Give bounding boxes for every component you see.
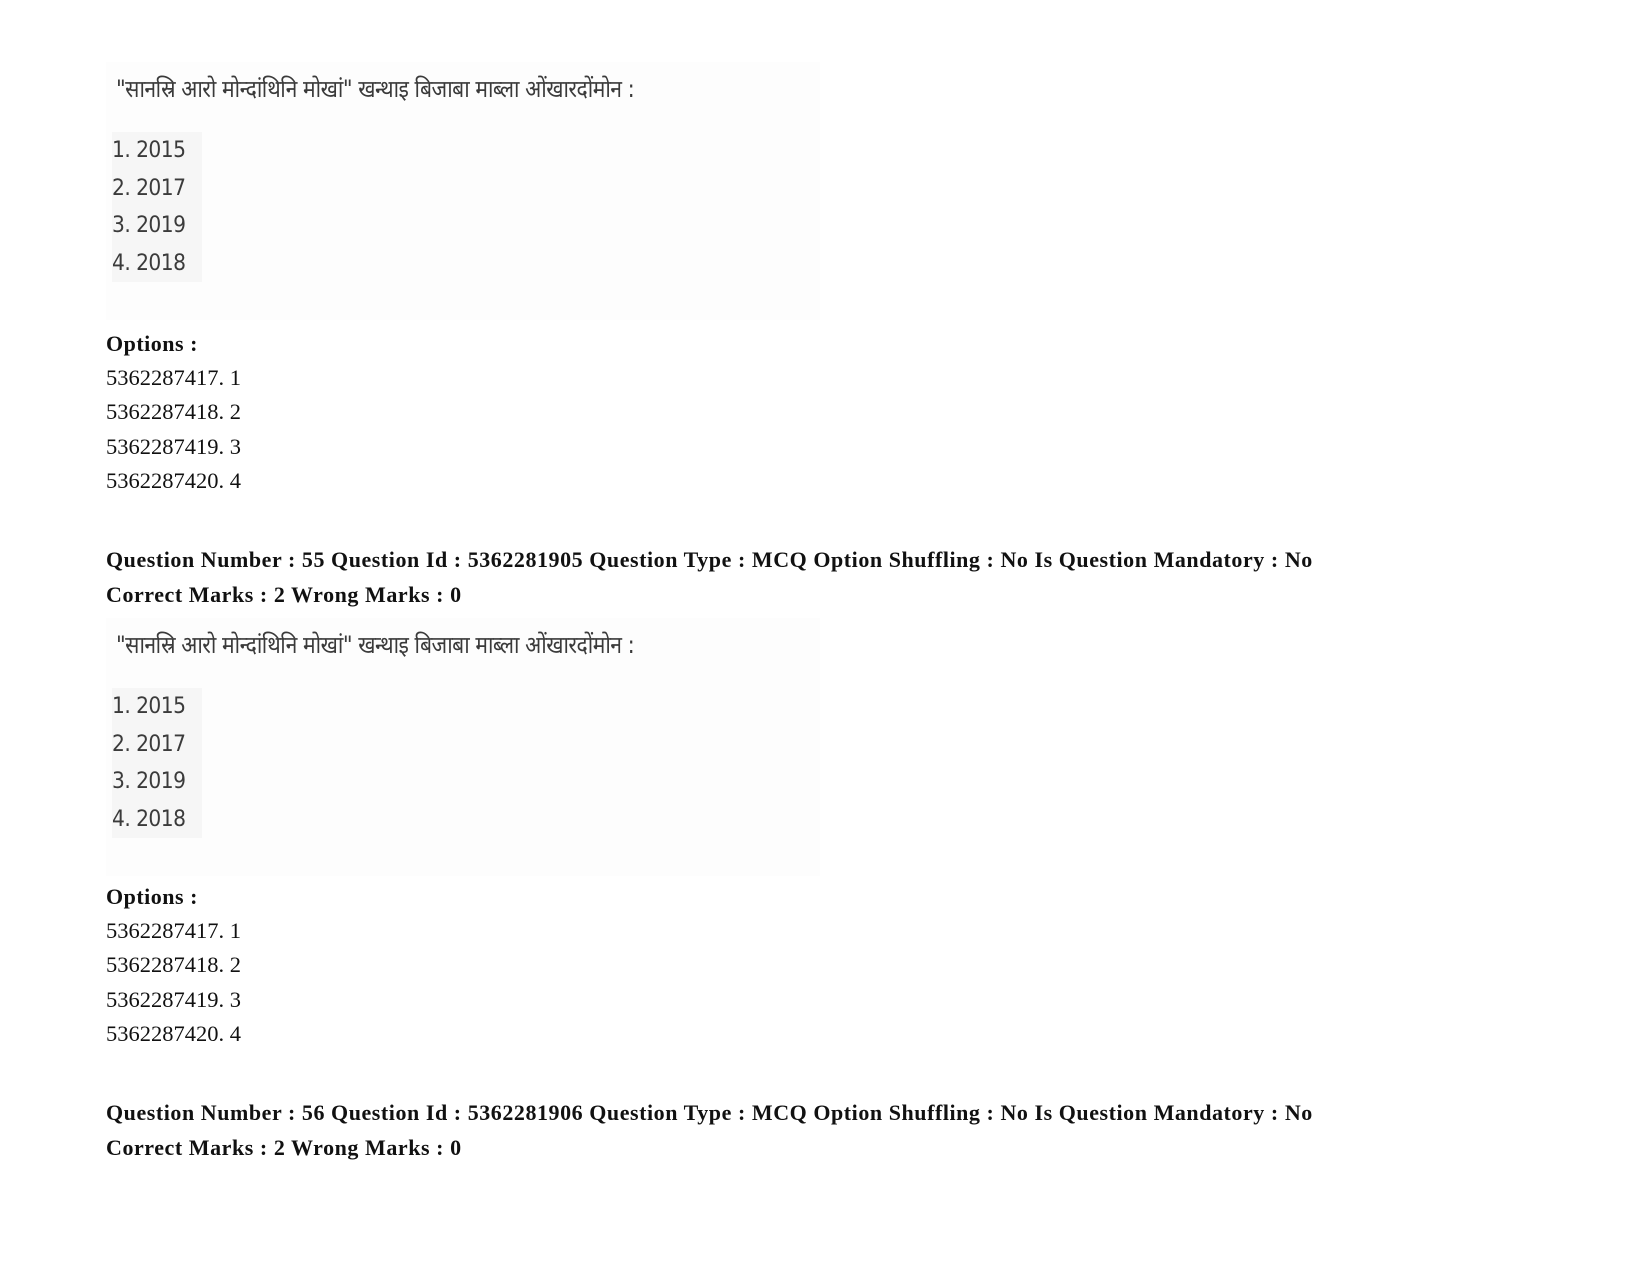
option-item: 5362287419. 3 — [106, 987, 241, 1012]
question-prompt: "सानस्रि आरो मोन्दांथिनि मोखां" खन्थाइ ब… — [116, 75, 635, 103]
question-choices: 1. 2015 2. 2017 3. 2019 4. 2018 — [112, 688, 202, 838]
option-item: 5362287420. 4 — [106, 1021, 241, 1046]
question-choice: 2. 2017 — [112, 175, 186, 201]
question-choice: 1. 2015 — [112, 694, 186, 719]
question-prompt: "सानस्रि आरो मोन्दांथिनि मोखां" खन्थाइ ब… — [116, 631, 635, 659]
question-meta-header: Question Number : 55 Question Id : 53622… — [106, 547, 1313, 572]
option-item: 5362287417. 1 — [106, 365, 241, 390]
question-choice: 4. 2018 — [112, 250, 186, 276]
options-label: Options : — [106, 884, 198, 909]
question-choice: 1. 2015 — [112, 138, 186, 163]
option-item: 5362287420. 4 — [106, 468, 241, 493]
option-item: 5362287418. 2 — [106, 952, 241, 977]
question-meta-header: Question Number : 56 Question Id : 53622… — [106, 1100, 1313, 1125]
question-choice: 3. 2019 — [112, 769, 186, 794]
option-item: 5362287418. 2 — [106, 399, 241, 424]
question-choice: 2. 2017 — [112, 731, 186, 757]
option-item: 5362287419. 3 — [106, 434, 241, 459]
option-item: 5362287417. 1 — [106, 918, 241, 943]
question-choices: 1. 2015 2. 2017 3. 2019 4. 2018 — [112, 132, 202, 282]
question-choice: 4. 2018 — [112, 806, 186, 832]
options-label: Options : — [106, 331, 198, 356]
question-choice: 3. 2019 — [112, 213, 186, 238]
question-image: "सानस्रि आरो मोन्दांथिनि मोखां" खन्थाइ ब… — [106, 62, 820, 320]
question-marks: Correct Marks : 2 Wrong Marks : 0 — [106, 1135, 462, 1160]
question-image: "सानस्रि आरो मोन्दांथिनि मोखां" खन्थाइ ब… — [106, 618, 820, 876]
question-marks: Correct Marks : 2 Wrong Marks : 0 — [106, 582, 462, 607]
